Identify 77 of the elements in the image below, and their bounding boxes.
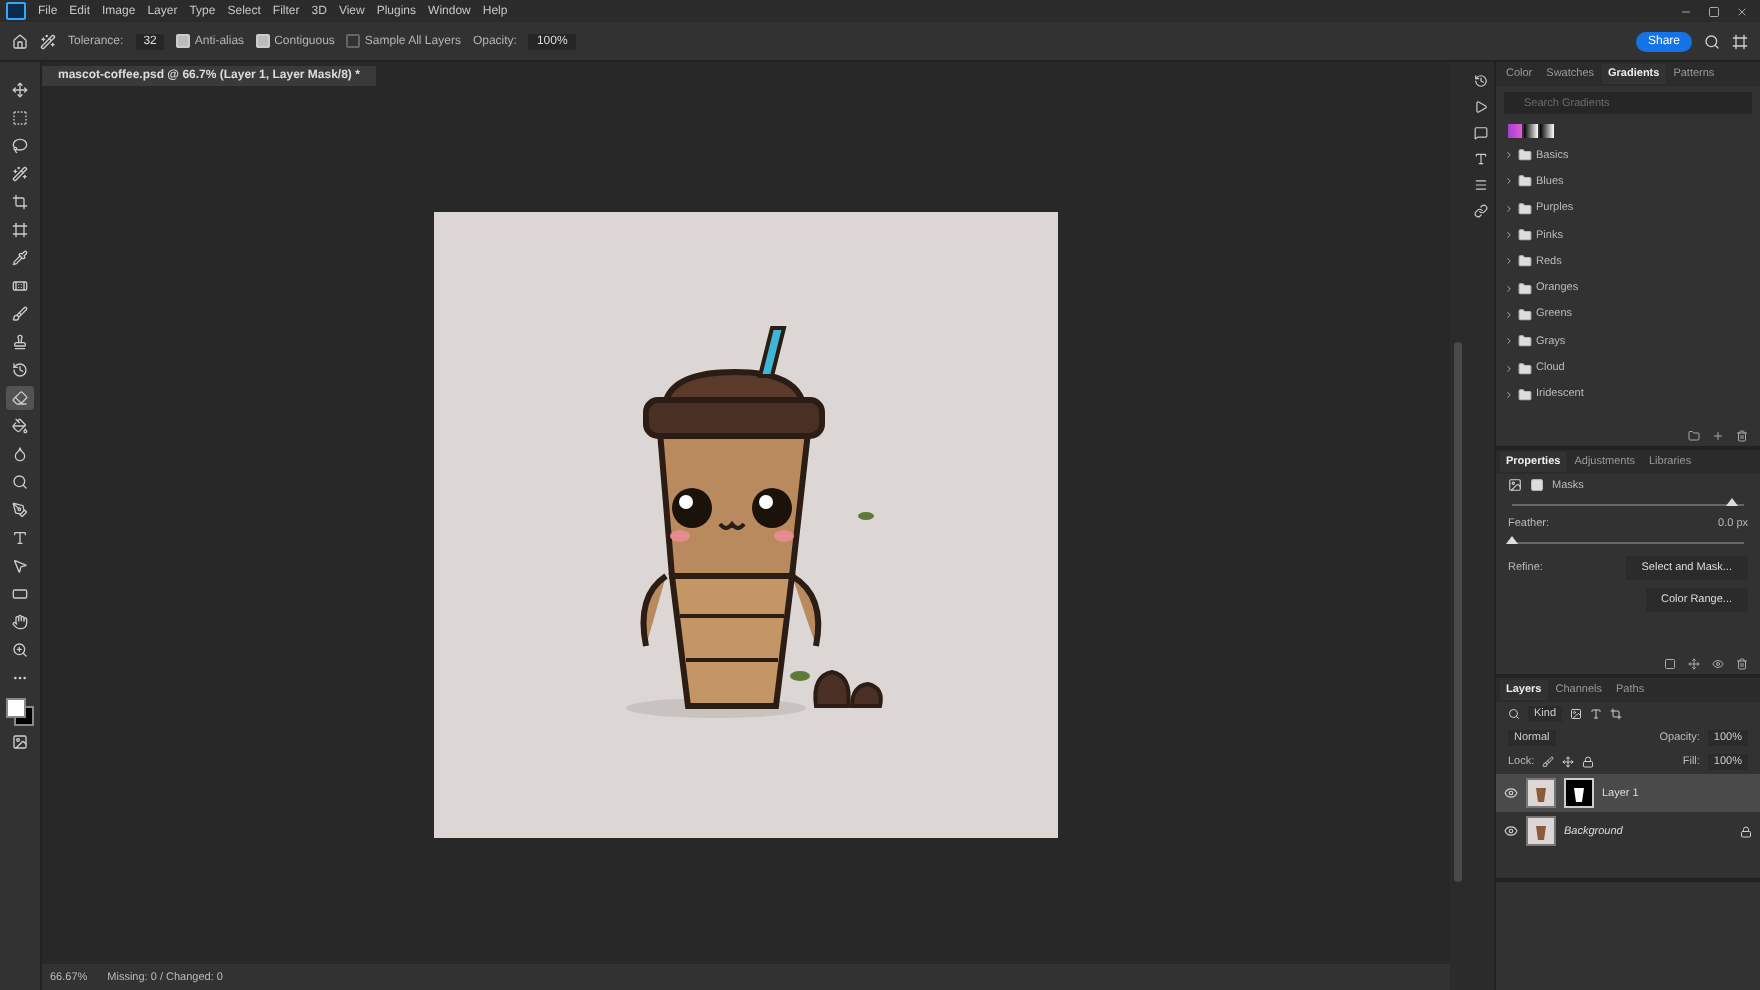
move-icon[interactable]	[12, 82, 28, 98]
pointer-icon[interactable]	[12, 558, 28, 574]
folder-icon	[1518, 201, 1532, 216]
chevron-icon[interactable]	[1504, 256, 1514, 267]
frame-icon[interactable]	[12, 222, 28, 238]
folder-icon[interactable]	[1688, 430, 1700, 442]
brush-icon[interactable]	[12, 306, 28, 322]
folder-icon	[1518, 307, 1532, 322]
slider-thumb[interactable]	[1726, 498, 1739, 506]
paint-bucket-icon[interactable]	[12, 418, 28, 434]
mask-icon[interactable]	[1530, 478, 1544, 492]
minimize-icon[interactable]	[1680, 5, 1692, 17]
chevron-icon[interactable]	[1504, 230, 1514, 241]
crop-icon[interactable]	[12, 194, 28, 210]
trash-icon[interactable]	[1736, 430, 1748, 442]
image-filter-icon[interactable]	[1570, 708, 1583, 720]
hand-icon[interactable]	[12, 614, 28, 630]
eye-icon[interactable]	[1504, 824, 1518, 838]
slider-thumb[interactable]	[1506, 536, 1518, 544]
type-icon[interactable]	[12, 530, 28, 546]
comment-icon[interactable]	[1473, 126, 1487, 140]
character-icon[interactable]	[1473, 152, 1487, 166]
chevron-icon[interactable]	[1504, 283, 1514, 294]
eraser-icon[interactable]	[12, 390, 28, 406]
paragraph-icon[interactable]	[1473, 178, 1487, 192]
search-icon[interactable]	[1704, 33, 1720, 49]
dashed-square-icon[interactable]	[12, 110, 28, 126]
chevron-icon[interactable]	[1504, 363, 1514, 374]
magnifier-icon[interactable]	[12, 474, 28, 490]
folder-icon	[1518, 361, 1532, 376]
pen-icon[interactable]	[12, 502, 28, 518]
rectangle-icon[interactable]	[12, 586, 28, 602]
layer-thumbnail	[1526, 816, 1556, 846]
folder-icon	[1518, 228, 1532, 243]
eye-icon[interactable]	[1504, 786, 1518, 800]
chevron-icon[interactable]	[1504, 150, 1514, 161]
folder-icon	[1518, 387, 1532, 402]
lock-icon[interactable]	[1582, 756, 1595, 768]
restore-icon[interactable]	[1708, 5, 1720, 17]
checkbox[interactable]	[346, 34, 361, 48]
gradient-presets-drawing	[1508, 124, 1556, 138]
home-icon[interactable]	[12, 33, 28, 49]
link-icon[interactable]	[1473, 204, 1487, 218]
folder-icon	[1518, 254, 1532, 269]
tool-button[interactable]	[6, 386, 34, 410]
app-logo	[6, 2, 26, 20]
color-swatches-icon[interactable]	[6, 698, 34, 726]
magic-wand-icon[interactable]	[12, 166, 28, 182]
lock-icon	[1740, 825, 1752, 837]
folder-icon	[1518, 174, 1532, 189]
trash-icon[interactable]	[1736, 658, 1748, 670]
eye-icon[interactable]	[1712, 658, 1724, 670]
eyedropper-icon[interactable]	[12, 250, 28, 266]
folder-icon	[1518, 148, 1532, 163]
chevron-icon[interactable]	[1504, 176, 1514, 187]
lasso-icon[interactable]	[12, 138, 28, 154]
add-icon[interactable]	[1712, 430, 1724, 442]
chevron-icon[interactable]	[1504, 203, 1514, 214]
history-brush-icon[interactable]	[12, 362, 28, 378]
play-icon[interactable]	[1473, 100, 1487, 114]
zoom-icon[interactable]	[12, 642, 28, 658]
history-icon[interactable]	[1473, 74, 1487, 88]
type-filter-icon[interactable]	[1590, 708, 1603, 720]
bandage-icon[interactable]	[12, 278, 28, 294]
search-icon	[1508, 708, 1520, 720]
layer-thumbnail	[1526, 778, 1556, 808]
chevron-icon[interactable]	[1504, 336, 1514, 347]
chevron-icon[interactable]	[1504, 389, 1514, 400]
chevron-icon[interactable]	[1504, 309, 1514, 320]
folder-icon	[1518, 281, 1532, 296]
brush-icon[interactable]	[1542, 756, 1555, 768]
close-icon[interactable]	[1736, 5, 1748, 17]
droplet-icon[interactable]	[12, 446, 28, 462]
selection-icon[interactable]	[1664, 658, 1676, 670]
folder-icon	[1518, 334, 1532, 349]
move-icon[interactable]	[1562, 756, 1575, 768]
stamp-icon[interactable]	[12, 334, 28, 350]
